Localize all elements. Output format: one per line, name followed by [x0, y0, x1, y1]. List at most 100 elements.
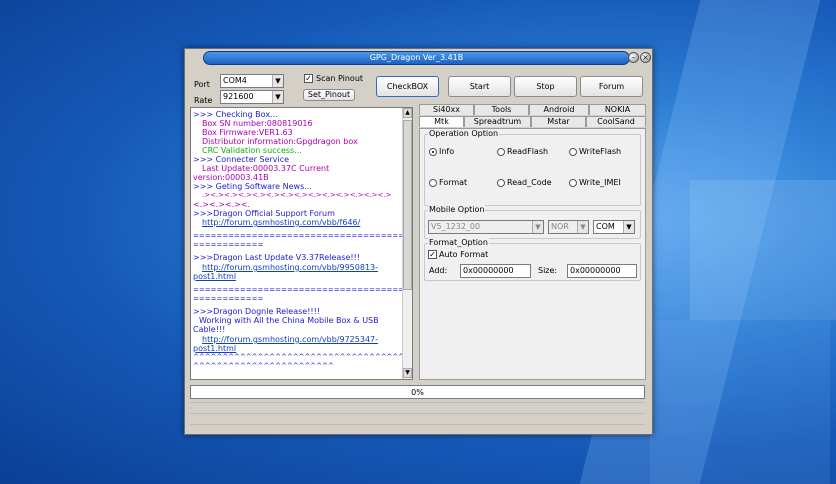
radio-format[interactable]	[429, 179, 437, 187]
wallpaper-light-panel	[690, 180, 836, 320]
tab-mstar[interactable]: Mstar	[531, 116, 586, 127]
radio-label: WriteFlash	[579, 147, 622, 156]
scan-pinout-label: Scan Pinout	[316, 74, 364, 83]
rate-select[interactable]: 921600 ▼	[220, 90, 284, 104]
tab-si40xx[interactable]: Si40xx	[419, 104, 474, 115]
chevron-down-icon[interactable]: ▼	[532, 221, 543, 233]
tab-coolsand[interactable]: CoolSand	[586, 116, 646, 127]
radio-label: Format	[439, 178, 468, 187]
stop-button[interactable]: Stop	[514, 76, 577, 97]
add-label: Add:	[429, 266, 448, 275]
group-title: Operation Option	[428, 129, 500, 138]
rate-label: Rate	[194, 96, 213, 105]
log-line: Last Update:00003.37C Current	[202, 164, 330, 173]
scan-pinout-checkbox[interactable]: ✓	[304, 74, 313, 83]
auto-format-checkbox[interactable]: ✓	[428, 250, 437, 259]
log-link[interactable]: http://forum.gsmhosting.com/vbb/9950813-	[202, 263, 378, 272]
status-bar	[190, 402, 645, 412]
tab-android[interactable]: Android	[529, 104, 589, 115]
log-line: Cable!!!	[193, 325, 226, 334]
port-select[interactable]: COM4 ▼	[220, 74, 284, 88]
chevron-down-icon[interactable]: ▼	[623, 221, 634, 233]
radio-info[interactable]	[429, 148, 437, 156]
log-link[interactable]: post1.html	[193, 344, 236, 353]
window-title: GPG_Dragon Ver_3.41B	[369, 53, 464, 62]
mobile-option-group: Mobile Option V5_1232_00 ▼ NOR ▼ COM ▼	[424, 205, 641, 239]
port-label: Port	[194, 80, 210, 89]
com-value: COM	[596, 222, 615, 231]
wallpaper-light-panel	[650, 320, 830, 484]
start-button[interactable]: Start	[448, 76, 511, 97]
log-line: ^^^^^^^^^^^^^^^^^^^^^^^^	[193, 362, 334, 370]
log-line: >>> Geting Software News...	[193, 182, 312, 191]
app-window: GPG_Dragon Ver_3.41B – × Port COM4 ▼ Rat…	[184, 48, 653, 435]
add-field[interactable]: 0x00000000	[460, 264, 531, 278]
log-line: ============	[193, 295, 264, 303]
com-select[interactable]: COM ▼	[593, 220, 635, 234]
progress-bar: 0%	[190, 385, 645, 399]
chevron-down-icon[interactable]: ▼	[577, 221, 588, 233]
log-line: Box SN number:080819016	[202, 119, 313, 128]
format-option-group: Format_Option ✓ Auto Format Add: 0x00000…	[424, 238, 641, 281]
set-pinout-button[interactable]: Set_Pinout	[303, 89, 355, 101]
tab-nokia[interactable]: NOKIA	[589, 104, 646, 115]
checkbox-button[interactable]: CheckBOX	[376, 76, 439, 97]
log-line: Working with All the China Mobile Box & …	[199, 316, 379, 325]
log-line: =======================================	[193, 232, 413, 240]
log-line: version:00003.41B	[193, 173, 269, 182]
mtk-panel: Operation Option Info ReadFlash WriteFla…	[419, 128, 646, 380]
progress-text: 0%	[411, 388, 424, 397]
radio-label: ReadFlash	[507, 147, 549, 156]
model-value: V5_1232_00	[431, 222, 481, 231]
memory-select[interactable]: NOR ▼	[548, 220, 589, 234]
log-scrollbar[interactable]: ▲ ▼	[402, 108, 412, 379]
log-line: >>>Dragon Official Support Forum	[193, 209, 335, 218]
chevron-down-icon[interactable]: ▼	[272, 91, 283, 103]
log-line: ^^^^^^^^^^^^^^^^^^^^^^^^^^^^^^^^^^^^^^^^	[193, 353, 413, 361]
log-link[interactable]: post1.html	[193, 272, 236, 281]
log-link[interactable]: http://forum.gsmhosting.com/vbb/9725347-	[202, 335, 378, 344]
tab-tools[interactable]: Tools	[474, 104, 529, 115]
radio-writeflash[interactable]	[569, 148, 577, 156]
group-title: Mobile Option	[428, 205, 486, 214]
rate-value: 921600	[223, 92, 254, 101]
log-line: ============	[193, 241, 264, 249]
scroll-down-icon[interactable]: ▼	[403, 368, 412, 378]
title-pill: GPG_Dragon Ver_3.41B	[203, 51, 630, 65]
tab-spreadtrum[interactable]: Spreadtrum	[464, 116, 531, 127]
log-line: >>>Dragon Dognle Release!!!!	[193, 307, 321, 316]
log-line: CRC Validation success...	[202, 146, 302, 155]
chevron-down-icon[interactable]: ▼	[272, 75, 283, 87]
size-label: Size:	[538, 266, 558, 275]
log-line: <.><.><.><.	[193, 200, 251, 209]
radio-label: Write_IMEI	[579, 178, 621, 187]
radio-label: Info	[439, 147, 455, 156]
model-select[interactable]: V5_1232_00 ▼	[428, 220, 544, 234]
radio-read-code[interactable]	[497, 179, 505, 187]
log-line: Distributor information:Gpgdragon box	[202, 137, 358, 146]
title-bar: GPG_Dragon Ver_3.41B – ×	[185, 49, 652, 67]
tab-mtk[interactable]: Mtk	[419, 116, 464, 127]
auto-format-label: Auto Format	[439, 250, 489, 259]
radio-write-imei[interactable]	[569, 179, 577, 187]
close-icon[interactable]: ×	[640, 52, 651, 63]
log-link[interactable]: http://forum.gsmhosting.com/vbb/f646/	[202, 218, 360, 227]
forum-button[interactable]: Forum	[580, 76, 643, 97]
memory-value: NOR	[551, 222, 569, 231]
status-bar	[190, 413, 645, 423]
operation-option-group: Operation Option Info ReadFlash WriteFla…	[424, 129, 641, 206]
size-field[interactable]: 0x00000000	[567, 264, 637, 278]
status-bar	[190, 424, 645, 434]
log-line: >>>Dragon Last Update V3.37Release!!!	[193, 253, 360, 262]
radio-readflash[interactable]	[497, 148, 505, 156]
log-line: =======================================	[193, 286, 413, 294]
log-output[interactable]: >>> Checking Box... Box SN number:080819…	[190, 107, 413, 380]
group-title: Format_Option	[428, 238, 489, 247]
radio-label: Read_Code	[507, 178, 552, 187]
minimize-icon[interactable]: –	[628, 52, 639, 63]
log-line: >>> Checking Box...	[193, 110, 278, 119]
port-value: COM4	[223, 76, 247, 85]
scroll-up-icon[interactable]: ▲	[403, 108, 412, 118]
log-line: Box Firmware:VER1.63	[202, 128, 293, 137]
scroll-thumb[interactable]	[403, 120, 412, 290]
